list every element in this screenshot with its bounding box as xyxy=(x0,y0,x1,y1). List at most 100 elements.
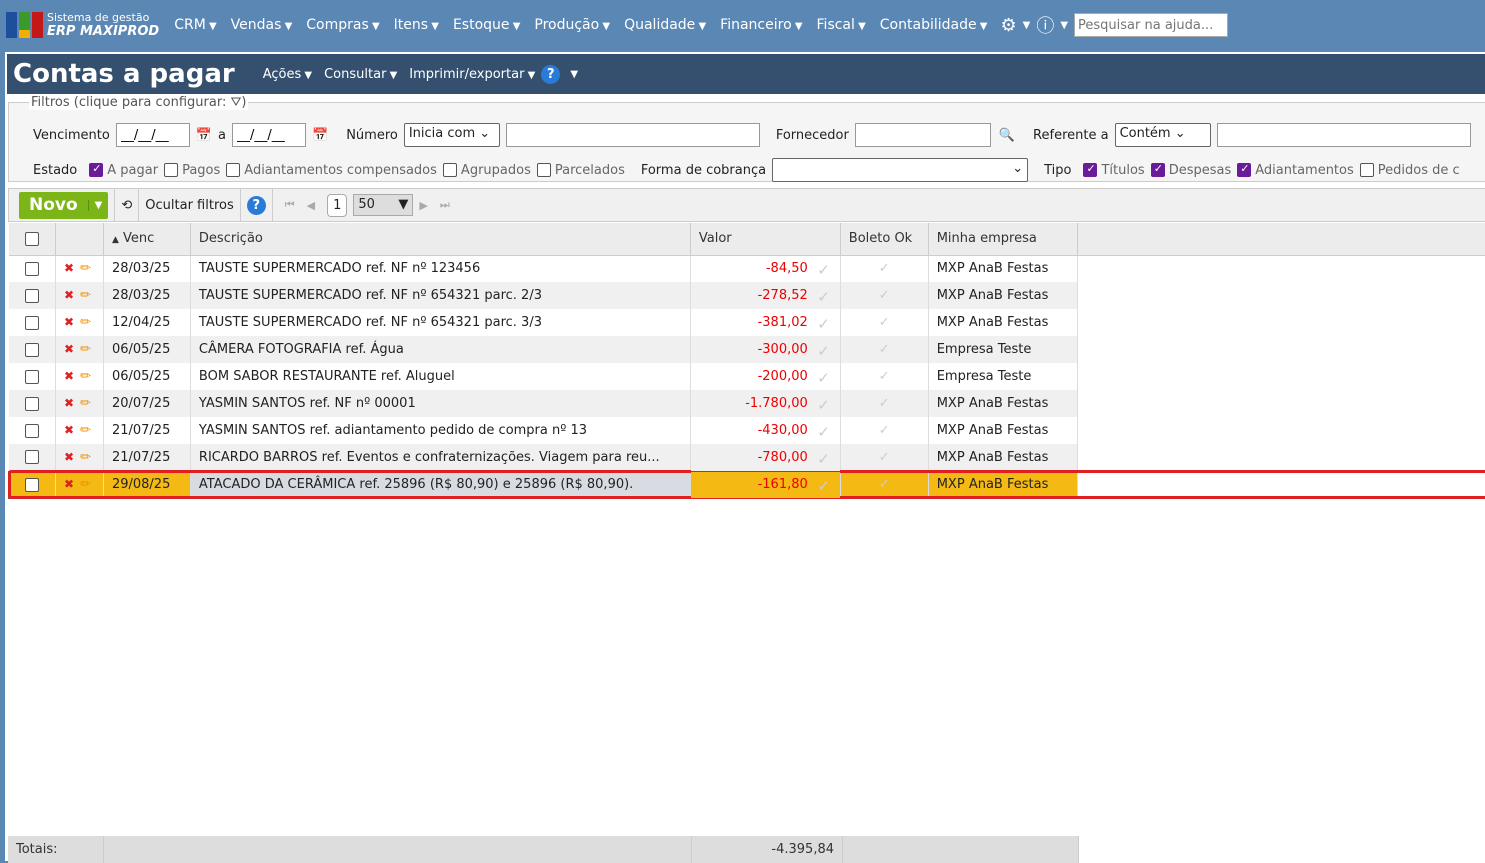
estado_opts-checkbox[interactable] xyxy=(226,163,240,177)
logo[interactable]: Sistema de gestãoERP MAXIPROD xyxy=(6,11,159,39)
menu-fiscal[interactable]: Fiscal xyxy=(817,17,866,33)
menu-estoque[interactable]: Estoque xyxy=(453,17,520,33)
col-descricao[interactable]: Descrição xyxy=(190,223,690,255)
numero-op-select[interactable]: Inicia com ⌄ xyxy=(404,123,500,147)
tipo_opts-checkbox[interactable] xyxy=(1083,163,1097,177)
row-checkbox[interactable] xyxy=(25,262,39,276)
edit-icon[interactable]: ✏ xyxy=(80,396,91,411)
gear-icon[interactable]: ⚙ xyxy=(1000,15,1016,36)
table-row[interactable]: ✖✏ 06/05/25 CÂMERA FOTOGRAFIA ref. Água … xyxy=(9,336,1485,363)
referente-op-select[interactable]: Contém ⌄ xyxy=(1115,123,1211,147)
row-checkbox[interactable] xyxy=(25,397,39,411)
refresh-icon[interactable]: ⟲ xyxy=(121,198,132,213)
menu-qualidade[interactable]: Qualidade xyxy=(624,17,706,33)
row-checkbox[interactable] xyxy=(25,478,39,492)
row-checkbox[interactable] xyxy=(25,343,39,357)
row-checkbox[interactable] xyxy=(25,424,39,438)
help-icon[interactable]: ? xyxy=(247,196,266,215)
delete-icon[interactable]: ✖ xyxy=(64,342,74,356)
menu-consultar[interactable]: Consultar xyxy=(324,67,397,82)
edit-icon[interactable]: ✏ xyxy=(80,369,91,384)
help-icon[interactable]: ? xyxy=(541,65,560,84)
filters-legend[interactable]: Filtros (clique para configurar: ⛛) xyxy=(29,95,248,110)
ocultar-filtros-button[interactable]: Ocultar filtros xyxy=(145,198,233,213)
menu-crm[interactable]: CRM xyxy=(174,17,216,33)
delete-icon[interactable]: ✖ xyxy=(64,423,74,437)
menu-itens[interactable]: Itens xyxy=(394,17,439,33)
edit-icon[interactable]: ✏ xyxy=(80,288,91,303)
last-page-icon[interactable]: ⏭ xyxy=(440,198,450,212)
menu-compras[interactable]: Compras xyxy=(306,17,379,33)
venc-from-input[interactable] xyxy=(116,123,190,147)
table-row[interactable]: ✖✏ 29/08/25 ATACADO DA CERÂMICA ref. 258… xyxy=(9,471,1485,498)
select-all-checkbox[interactable] xyxy=(25,232,39,246)
estado_opts-checkbox[interactable] xyxy=(537,163,551,177)
edit-icon[interactable]: ✏ xyxy=(80,423,91,438)
edit-icon[interactable]: ✏ xyxy=(80,477,91,492)
table-row[interactable]: ✖✏ 12/04/25 TAUSTE SUPERMERCADO ref. NF … xyxy=(9,309,1485,336)
delete-icon[interactable]: ✖ xyxy=(64,369,74,383)
tipo_opts-checkbox[interactable] xyxy=(1237,163,1251,177)
help-search-input[interactable] xyxy=(1074,13,1228,37)
menu-contabilidade[interactable]: Contabilidade xyxy=(880,17,988,33)
next-page-icon[interactable]: ▶ xyxy=(419,199,427,212)
check-icon: ✓ xyxy=(817,450,830,468)
menu-vendas[interactable]: Vendas xyxy=(231,17,293,33)
delete-icon[interactable]: ✖ xyxy=(64,477,74,491)
table-row[interactable]: ✖✏ 06/05/25 BOM SABOR RESTAURANTE ref. A… xyxy=(9,363,1485,390)
forma-select[interactable]: ⌄ xyxy=(772,158,1028,182)
edit-icon[interactable]: ✏ xyxy=(80,342,91,357)
prev-page-icon[interactable]: ◀ xyxy=(307,199,315,212)
referente-input[interactable] xyxy=(1217,123,1471,147)
edit-icon[interactable]: ✏ xyxy=(80,261,91,276)
delete-icon[interactable]: ✖ xyxy=(64,261,74,275)
table-row[interactable]: ✖✏ 21/07/25 RICARDO BARROS ref. Eventos … xyxy=(9,444,1485,471)
table-row[interactable]: ✖✏ 20/07/25 YASMIN SANTOS ref. NF nº 000… xyxy=(9,390,1485,417)
row-checkbox[interactable] xyxy=(25,450,39,464)
menu-acoes[interactable]: Ações xyxy=(263,67,312,82)
search-icon[interactable]: 🔍 xyxy=(999,128,1015,143)
row-checkbox[interactable] xyxy=(25,370,39,384)
estado_opts-checkbox[interactable] xyxy=(164,163,178,177)
menu-imprimir[interactable]: Imprimir/exportar xyxy=(409,67,535,82)
col-valor[interactable]: Valor xyxy=(690,223,840,255)
delete-icon[interactable]: ✖ xyxy=(64,450,74,464)
boleto-check-icon: ✓ xyxy=(840,390,928,417)
first-page-icon[interactable]: ⏮ xyxy=(285,198,295,212)
valor-cell: -1.780,00✓ xyxy=(690,390,840,417)
delete-icon[interactable]: ✖ xyxy=(64,288,74,302)
edit-icon[interactable]: ✏ xyxy=(80,315,91,330)
col-boleto[interactable]: Boleto Ok xyxy=(840,223,928,255)
estado_opts-checkbox[interactable] xyxy=(443,163,457,177)
col-empresa[interactable]: Minha empresa xyxy=(928,223,1077,255)
per-page-select[interactable]: 50▼ xyxy=(353,194,413,216)
venc-to-input[interactable] xyxy=(232,123,306,147)
calendar-icon[interactable]: 📅 xyxy=(196,128,212,143)
col-venc[interactable]: ▲ Venc xyxy=(103,223,190,255)
calendar-icon[interactable]: 📅 xyxy=(312,128,328,143)
numero-input[interactable] xyxy=(506,123,760,147)
estado_opts-checkbox[interactable] xyxy=(89,163,103,177)
tipo_opts-checkbox[interactable] xyxy=(1151,163,1165,177)
table-row[interactable]: ✖✏ 28/03/25 TAUSTE SUPERMERCADO ref. NF … xyxy=(9,282,1485,309)
chevron-down-icon[interactable]: ▼ xyxy=(570,69,578,80)
table-row[interactable]: ✖✏ 21/07/25 YASMIN SANTOS ref. adiantame… xyxy=(9,417,1485,444)
row-checkbox[interactable] xyxy=(25,289,39,303)
novo-button[interactable]: Novo▼ xyxy=(19,192,108,219)
desc-cell: ATACADO DA CERÂMICA ref. 25896 (R$ 80,90… xyxy=(190,471,690,498)
row-checkbox[interactable] xyxy=(25,316,39,330)
menu-produção[interactable]: Produção xyxy=(534,17,610,33)
tipo_opts-checkbox[interactable] xyxy=(1360,163,1374,177)
empresa-cell: MXP AnaB Festas xyxy=(928,390,1077,417)
boleto-check-icon: ✓ xyxy=(840,336,928,363)
delete-icon[interactable]: ✖ xyxy=(64,315,74,329)
delete-icon[interactable]: ✖ xyxy=(64,396,74,410)
fornecedor-input[interactable] xyxy=(855,123,991,147)
edit-icon[interactable]: ✏ xyxy=(80,450,91,465)
data-grid: ▲ Venc Descrição Valor Boleto Ok Minha e… xyxy=(8,223,1485,499)
table-row[interactable]: ✖✏ 28/03/25 TAUSTE SUPERMERCADO ref. NF … xyxy=(9,255,1485,282)
page-number[interactable]: 1 xyxy=(327,194,347,217)
menu-financeiro[interactable]: Financeiro xyxy=(720,17,802,33)
help-icon[interactable]: ⓘ xyxy=(1036,12,1054,38)
top-nav: Sistema de gestãoERP MAXIPROD CRM Vendas C… xyxy=(0,0,1485,50)
